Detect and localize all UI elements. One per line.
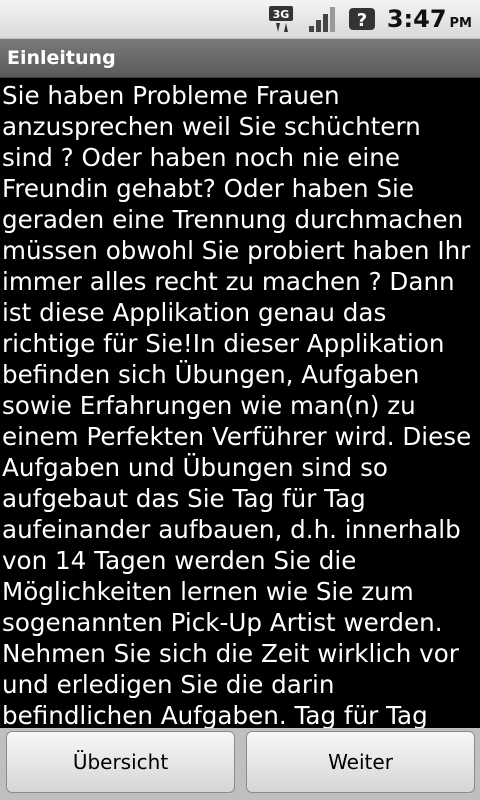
intro-text: Sie haben Probleme Frauen anzusprechen w… bbox=[2, 81, 472, 728]
next-button[interactable]: Weiter bbox=[246, 731, 475, 793]
svg-text:?: ? bbox=[357, 10, 367, 31]
status-icons: 3G ? 3:47 PM bbox=[267, 4, 472, 34]
page-title: Einleitung bbox=[7, 47, 116, 69]
overview-button[interactable]: Übersicht bbox=[6, 731, 235, 793]
scroll-content[interactable]: Sie haben Probleme Frauen anzusprechen w… bbox=[0, 80, 480, 728]
status-bar: 3G ? 3:47 PM bbox=[0, 0, 480, 39]
title-bar: Einleitung bbox=[0, 39, 480, 78]
overview-button-label: Übersicht bbox=[72, 750, 169, 774]
button-bar: Übersicht Weiter bbox=[0, 728, 480, 800]
next-button-label: Weiter bbox=[328, 750, 393, 774]
clock: 3:47 PM bbox=[387, 5, 472, 33]
clock-ampm: PM bbox=[449, 16, 472, 31]
clock-time: 3:47 bbox=[386, 5, 447, 33]
signal-strength-icon bbox=[308, 7, 335, 32]
network-type-label: 3G bbox=[272, 8, 289, 21]
3g-data-icon: 3G bbox=[268, 6, 293, 32]
unknown-status-icon: ? bbox=[348, 8, 375, 31]
